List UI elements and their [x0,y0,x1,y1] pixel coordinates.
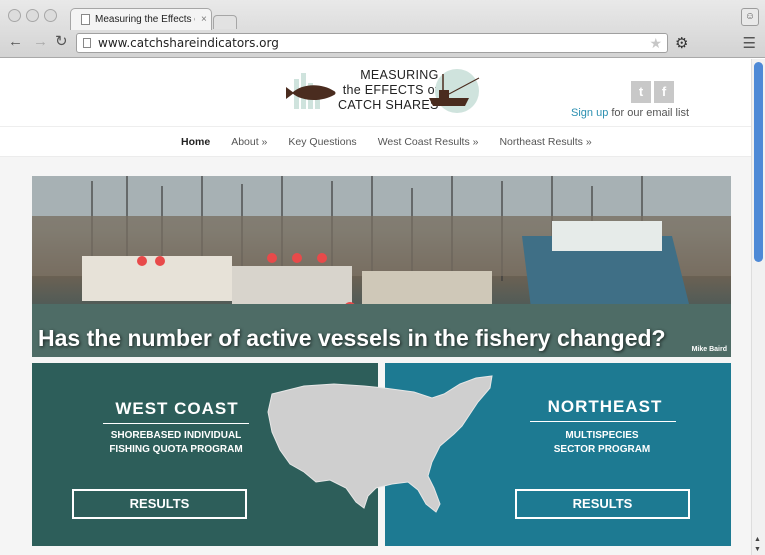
main-content: Has the number of active vessels in the … [0,157,751,555]
west-coast-results-button[interactable]: RESULTS [72,489,247,519]
reload-icon[interactable]: ↻ [55,34,68,49]
main-nav: Home About » Key Questions West Coast Re… [0,126,751,157]
nav-item-key-questions[interactable]: Key Questions [288,136,356,148]
email-signup: Sign up for our email list [571,107,689,119]
site-logo-text[interactable]: MEASURING the EFFECTS of CATCH SHARES [338,68,439,113]
logo-line-3: CATCH SHARES [338,98,439,112]
signup-text: for our email list [608,107,690,119]
back-arrow-icon[interactable]: ← [8,34,23,49]
nav-item-northeast-results[interactable]: Northeast Results » [499,136,591,148]
scrollbar-thumb[interactable] [754,62,763,262]
web-page: MEASURING the EFFECTS of CATCH SHARES t … [0,59,751,555]
northeast-title: NORTHEAST [547,397,663,416]
us-map-icon [267,375,493,513]
scroll-up-icon[interactable]: ▲ [754,536,761,543]
scroll-down-icon[interactable]: ▼ [754,546,761,553]
url-text[interactable]: www.catchshareindicators.org [98,36,279,50]
hero-image[interactable]: Has the number of active vessels in the … [32,176,731,357]
page-icon [83,38,91,48]
nav-item-about[interactable]: About » [231,136,267,148]
bookmark-star-icon[interactable]: ★ [649,35,662,52]
social-links: t f [631,81,674,103]
hero-caption: Has the number of active vessels in the … [38,325,666,351]
logo-line-1: MEASURING [360,68,439,82]
nav-item-home[interactable]: Home [181,136,210,148]
site-header: MEASURING the EFFECTS of CATCH SHARES t … [0,59,751,126]
minimize-window-button[interactable] [26,9,39,22]
browser-tab[interactable]: Measuring the Effects of Catch Shares × [70,8,212,30]
logo-line-2: the EFFECTS of [342,83,439,97]
northeast-sub-2: SECTOR PROGRAM [553,444,651,455]
west-coast-title: WEST COAST [115,399,239,418]
settings-gear-icon[interactable]: ⚙ [675,34,688,52]
browser-chrome: Measuring the Effects of Catch Shares × … [0,0,765,58]
forward-arrow-icon[interactable]: → [33,34,48,49]
northeast-divider [530,421,676,422]
page-icon [81,14,90,25]
facebook-icon[interactable]: f [654,81,674,103]
tab-close-icon[interactable]: × [201,14,207,25]
nav-item-west-coast-results[interactable]: West Coast Results » [378,136,479,148]
fishing-boat-logo-icon[interactable] [429,68,481,116]
zoom-window-button[interactable] [44,9,57,22]
northeast-results-button[interactable]: RESULTS [515,489,690,519]
west-coast-sub-1: SHOREBASED INDIVIDUAL [110,430,242,441]
tab-title: Measuring the Effects of Catch Shares [95,14,195,25]
vertical-scrollbar[interactable]: ▲ ▼ [751,59,765,555]
west-coast-sub-2: FISHING QUOTA PROGRAM [109,444,243,455]
profile-icon[interactable]: ☺ [741,8,759,26]
photo-credit: Mike Baird [691,346,727,353]
close-window-button[interactable] [8,9,21,22]
signup-link[interactable]: Sign up [571,107,608,119]
fish-logo-icon[interactable] [284,71,342,111]
new-tab-button[interactable] [213,15,237,29]
twitter-icon[interactable]: t [631,81,651,103]
west-coast-divider [103,423,249,424]
northeast-sub-1: MULTISPECIES [565,430,639,441]
address-bar[interactable]: www.catchshareindicators.org ★ [76,33,668,53]
menu-icon[interactable]: ☰ [743,34,756,52]
